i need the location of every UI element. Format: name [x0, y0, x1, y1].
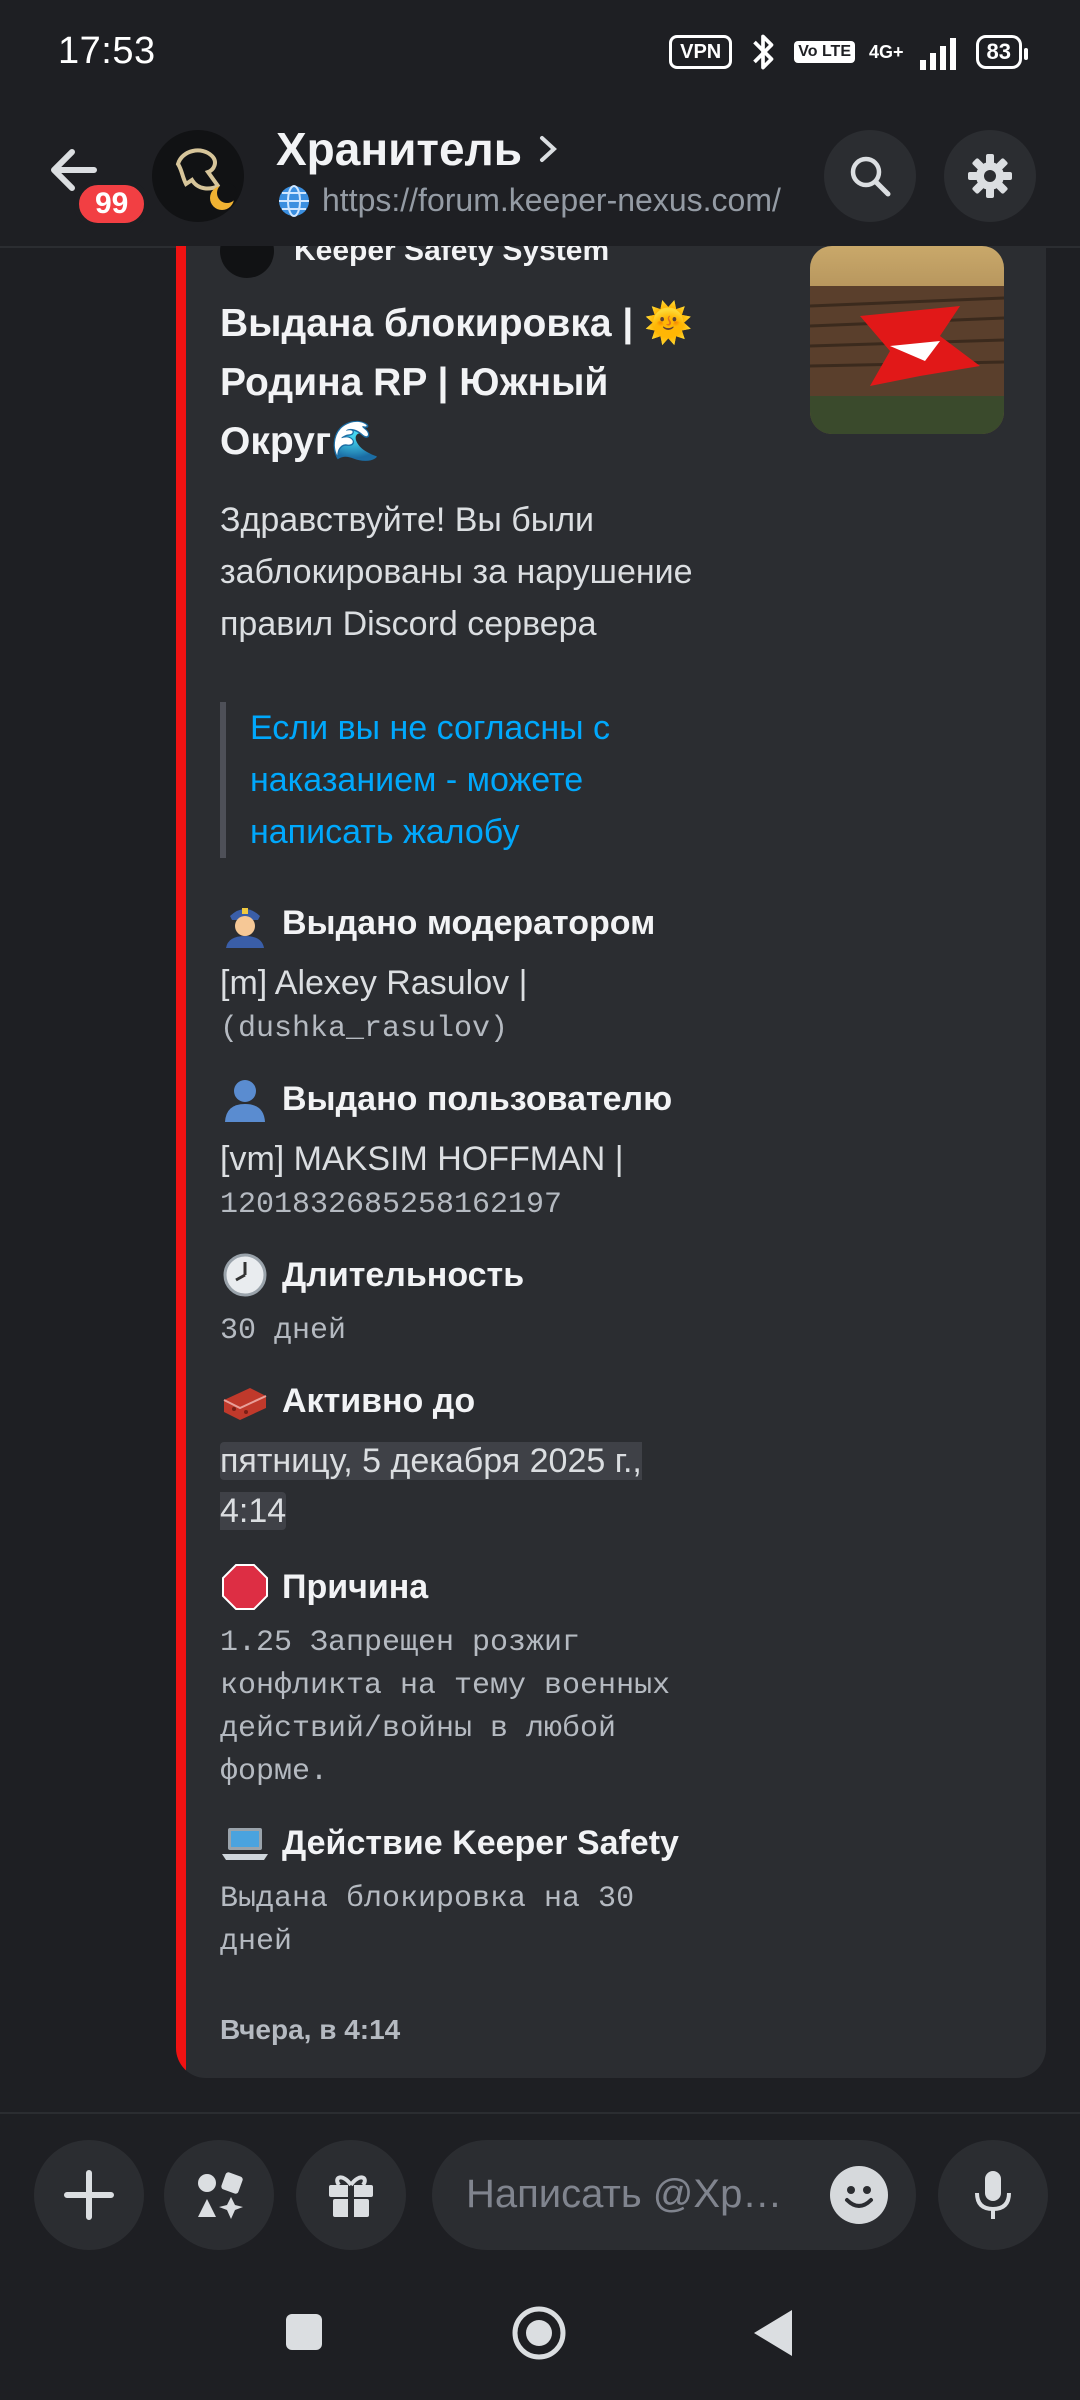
- gift-icon: [329, 2175, 373, 2217]
- channel-header: 99 Хранитель https://forum.keeper-nexus.…: [0, 110, 1080, 248]
- action-text: Выдана блокировка на 30 дней: [220, 1882, 635, 1959]
- field-moderator-value: [m] Alexey Rasulov | (dushka_rasulov): [220, 958, 720, 1051]
- field-duration-value: 30 дней: [220, 1310, 720, 1353]
- field-reason-value: 1.25 Запрещен розжиг конфликта на тему в…: [220, 1622, 740, 1794]
- channel-title[interactable]: Хранитель: [276, 122, 560, 176]
- moderator-name[interactable]: [m] Alexey Rasulov |: [220, 958, 720, 1008]
- field-action-value: Выдана блокировка на 30 дней: [220, 1878, 680, 1964]
- recents-icon[interactable]: [284, 2312, 324, 2352]
- moderator-username: (dushka_rasulov): [220, 1012, 509, 1046]
- embed-description: Здравствуйте! Вы были заблокированы за н…: [220, 501, 693, 643]
- embed-thumbnail[interactable]: [810, 246, 1004, 434]
- gift-button[interactable]: [296, 2140, 406, 2250]
- field-active-until-name: Активно до: [220, 1376, 475, 1426]
- search-button[interactable]: [824, 130, 916, 222]
- channel-url[interactable]: https://forum.keeper-nexus.com/: [276, 182, 781, 219]
- target-user-name[interactable]: [vm] MAKSIM HOFFMAN |: [220, 1134, 720, 1184]
- network-type: 4G+: [868, 41, 904, 62]
- emoji-button[interactable]: [830, 2166, 888, 2224]
- message-input-placeholder: Написать @Хр…: [466, 2172, 783, 2216]
- home-icon[interactable]: [510, 2304, 568, 2362]
- unread-badge: 99: [74, 180, 150, 228]
- author-icon: [220, 246, 274, 278]
- voice-message-button[interactable]: [938, 2140, 1048, 2250]
- clock-emoji: [223, 1253, 267, 1297]
- message-composer: Написать @Хр…: [0, 2112, 1080, 2274]
- embed-title: Выдана блокировка | 🌞Родина RP | Южный О…: [220, 302, 693, 463]
- settings-button[interactable]: [944, 130, 1036, 222]
- embed-author: Keeper Safety System: [220, 246, 609, 278]
- chevron-right-icon: [540, 136, 558, 162]
- signal-icon: [919, 38, 956, 70]
- smile-icon: [845, 2186, 873, 2208]
- plus-icon: [64, 2170, 114, 2220]
- field-moderator-name: Выдано модератором: [220, 898, 655, 948]
- field-user-value: [vm] MAKSIM HOFFMAN | 120183268525816219…: [220, 1134, 720, 1227]
- message-embed: Keeper Safety System Выдана блокировка |…: [176, 246, 1046, 2078]
- embed-timestamp: Вчера, в 4:14: [220, 2014, 401, 2045]
- search-icon: [850, 156, 891, 197]
- add-attachment-button[interactable]: [34, 2140, 144, 2250]
- brick-emoji: [223, 1388, 267, 1420]
- thumbnail-image: [810, 246, 1004, 434]
- laptop-emoji: [222, 1828, 268, 1860]
- reason-text: 1.25 Запрещен розжиг конфликта на тему в…: [220, 1626, 671, 1789]
- system-nav-bar: [0, 2272, 1080, 2400]
- user-silhouette-emoji: [225, 1080, 265, 1122]
- author-name: Keeper Safety System: [294, 246, 610, 267]
- gear-icon: [968, 154, 1012, 198]
- status-bar: 17:53 VPN Vo LTE 4G+ 83: [0, 0, 1080, 110]
- bot-avatar-icon: [175, 148, 237, 210]
- field-duration-name: Длительность: [220, 1250, 524, 1300]
- channel-name: Хранитель: [276, 123, 523, 175]
- message-input[interactable]: Написать @Хр…: [432, 2140, 916, 2250]
- active-until-timestamp[interactable]: пятницу, 5 декабря 2025 г., 4:14: [220, 1442, 642, 1530]
- apps-icon: [198, 2172, 243, 2219]
- stop-sign-emoji: [222, 1564, 268, 1610]
- status-time: 17:53: [58, 30, 156, 72]
- field-user-name: Выдано пользователю: [220, 1074, 672, 1124]
- avatar[interactable]: [152, 130, 244, 222]
- back-nav-icon[interactable]: [752, 2308, 794, 2358]
- apps-button[interactable]: [164, 2140, 274, 2250]
- target-user-id: 1201832685258162197: [220, 1188, 563, 1222]
- field-action-name: Действие Keeper Safety: [220, 1818, 679, 1868]
- url-text: https://forum.keeper-nexus.com/: [322, 182, 781, 218]
- field-active-until-value: пятницу, 5 декабря 2025 г., 4:14: [220, 1436, 680, 1536]
- embed-accent-bar: [176, 246, 186, 2078]
- battery-icon: 83: [975, 35, 1029, 69]
- vpn-icon: VPN: [669, 35, 733, 69]
- volte-icon: Vo LTE: [794, 41, 855, 63]
- globe-icon: [279, 184, 309, 217]
- bluetooth-icon: [753, 34, 774, 70]
- embed-quote: Если вы не согласны с наказанием - может…: [220, 702, 730, 858]
- duration-text: 30 дней: [220, 1314, 347, 1348]
- field-reason-name: Причина: [220, 1562, 428, 1612]
- police-officer-emoji: [226, 908, 264, 948]
- microphone-icon: [975, 2171, 1011, 2219]
- status-icons: VPN Vo LTE 4G+ 83: [669, 32, 1029, 72]
